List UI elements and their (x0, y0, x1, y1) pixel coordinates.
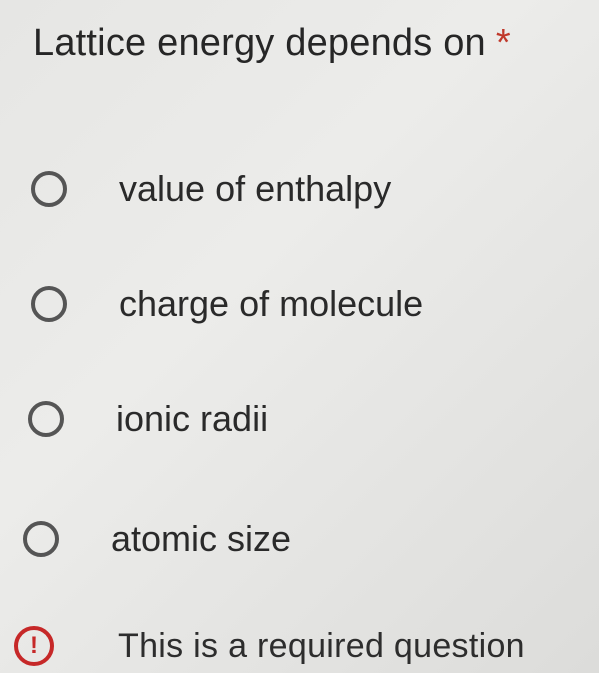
option-label: value of enthalpy (119, 168, 392, 209)
option-label: atomic size (111, 518, 292, 559)
radio-button[interactable] (23, 521, 59, 557)
error-text: This is a required question (118, 626, 525, 665)
option-label: ionic radii (116, 398, 269, 439)
question-text: Lattice energy depends on (33, 22, 486, 64)
radio-button[interactable] (28, 401, 64, 437)
option-value-of-enthalpy[interactable]: value of enthalpy (20, 168, 391, 210)
option-atomic-size[interactable]: atomic size (12, 518, 291, 560)
radio-button[interactable] (31, 286, 67, 322)
validation-message: ! This is a required question (14, 626, 525, 666)
question-title: Lattice energy depends on * (33, 22, 511, 65)
radio-button[interactable] (31, 171, 67, 207)
option-ionic-radii[interactable]: ionic radii (17, 398, 268, 440)
option-label: charge of molecule (119, 283, 424, 324)
error-icon: ! (14, 626, 54, 666)
option-charge-of-molecule[interactable]: charge of molecule (20, 283, 423, 325)
required-star: * (495, 22, 511, 64)
